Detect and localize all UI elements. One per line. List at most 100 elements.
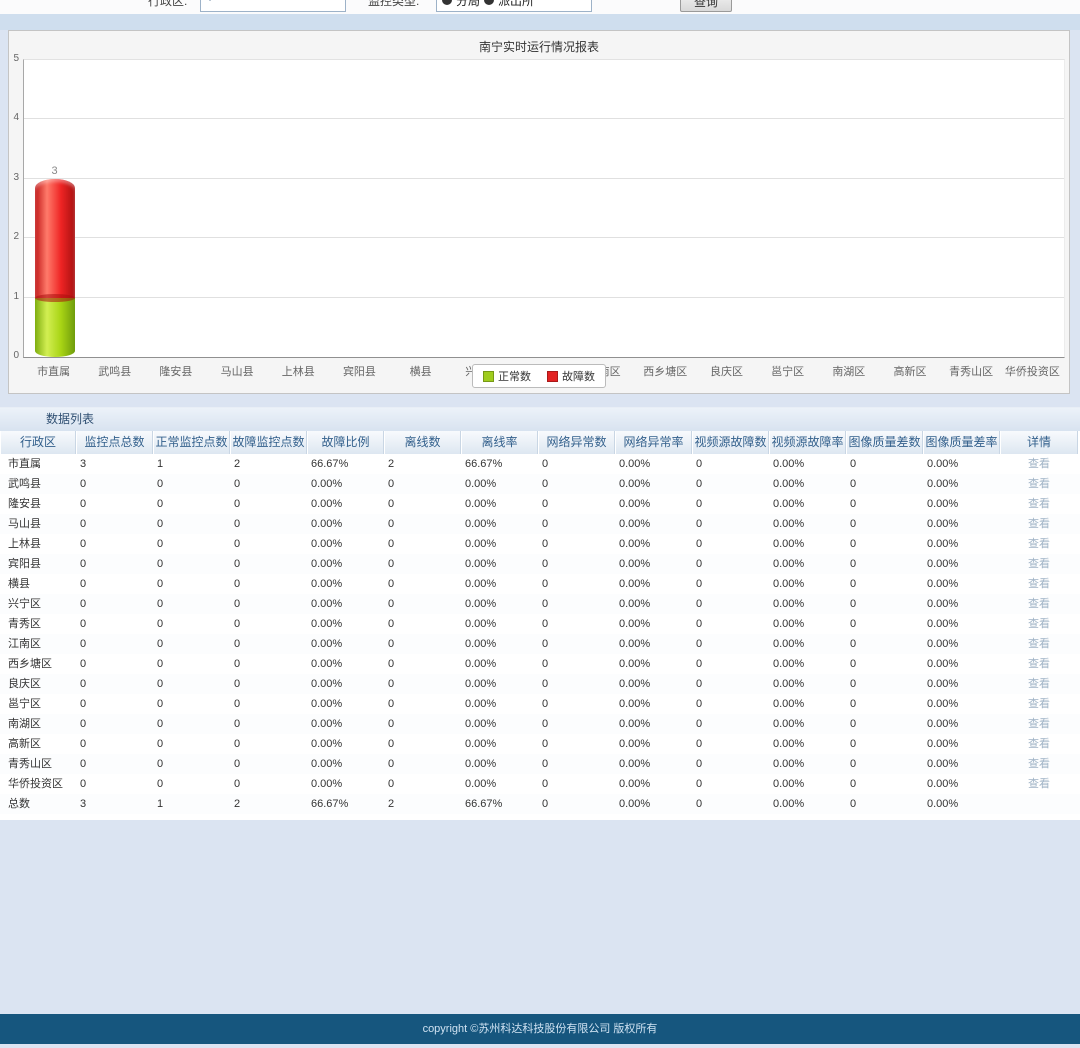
value-cell: 66.67% bbox=[465, 458, 503, 470]
radio-icon[interactable] bbox=[484, 0, 495, 5]
detail-view-link[interactable]: 查看 bbox=[1028, 638, 1050, 650]
value-cell: 0.00% bbox=[927, 738, 959, 750]
value-cell: 0 bbox=[157, 518, 164, 530]
value-cell: 0 bbox=[157, 598, 164, 610]
legend-swatch-icon bbox=[483, 370, 494, 382]
value-cell: 0 bbox=[157, 638, 164, 650]
value-cell: 0 bbox=[234, 638, 241, 650]
value-cell: 0.00% bbox=[773, 498, 805, 510]
detail-view-link[interactable]: 查看 bbox=[1028, 718, 1050, 730]
detail-view-link[interactable]: 查看 bbox=[1028, 458, 1050, 470]
detail-view-link[interactable]: 查看 bbox=[1028, 678, 1050, 690]
detail-cell: 查看 bbox=[1000, 714, 1078, 734]
value-cell: 0 bbox=[850, 638, 857, 650]
detail-view-link[interactable]: 查看 bbox=[1028, 538, 1050, 550]
type-label: 监控类型: bbox=[368, 0, 420, 8]
detail-view-link[interactable]: 查看 bbox=[1028, 518, 1050, 530]
value-cell: 0.00% bbox=[773, 678, 805, 690]
type-option-2[interactable]: 派出所 bbox=[498, 0, 534, 9]
table-row: 宾阳县 0 0 0 0.00% 0 0.00% 0 0.00% 0 0.00% 0 0.00% 查看 bbox=[0, 554, 1080, 574]
value-cell: 0 bbox=[157, 778, 164, 790]
detail-view-link[interactable]: 查看 bbox=[1028, 558, 1050, 570]
value-cell: 0.00% bbox=[465, 678, 497, 690]
row-name-cell: 兴宁区 bbox=[8, 598, 41, 610]
detail-cell bbox=[1000, 794, 1078, 814]
value-cell: 0 bbox=[388, 738, 395, 750]
row-name-cell: 上林县 bbox=[8, 538, 41, 550]
detail-cell: 查看 bbox=[1000, 554, 1078, 574]
x-axis-label: 马山县 bbox=[220, 366, 254, 378]
column-header: 网络异常率 bbox=[615, 431, 692, 454]
detail-view-link[interactable]: 查看 bbox=[1028, 778, 1050, 790]
value-cell: 3 bbox=[80, 458, 87, 470]
value-cell: 0.00% bbox=[927, 598, 959, 610]
detail-view-link[interactable]: 查看 bbox=[1028, 578, 1050, 590]
value-cell: 0 bbox=[542, 658, 549, 670]
table-body: 市直属 3 1 2 66.67% 2 66.67% 0 0.00% 0 0.00% 0 0.00% 查看武… bbox=[0, 454, 1080, 814]
row-name-cell: 江南区 bbox=[8, 638, 41, 650]
value-cell: 0 bbox=[80, 738, 87, 750]
value-cell: 0 bbox=[80, 758, 87, 770]
row-name-cell: 南湖区 bbox=[8, 718, 41, 730]
value-cell: 0.00% bbox=[773, 598, 805, 610]
value-cell: 0 bbox=[850, 558, 857, 570]
detail-view-link[interactable]: 查看 bbox=[1028, 478, 1050, 490]
value-cell: 0 bbox=[850, 758, 857, 770]
value-cell: 0 bbox=[80, 678, 87, 690]
value-cell: 0 bbox=[157, 578, 164, 590]
value-cell: 0.00% bbox=[927, 618, 959, 630]
column-header: 离线数 bbox=[384, 431, 461, 454]
value-cell: 0.00% bbox=[927, 678, 959, 690]
page: 行政区: 监控类型: 分局 派出所 查询 南宁实时运行情况报表 0 1 2 3 4 5 3… bbox=[0, 0, 1080, 1048]
value-cell: 0 bbox=[542, 598, 549, 610]
detail-view-link[interactable]: 查看 bbox=[1028, 698, 1050, 710]
value-cell: 2 bbox=[234, 458, 241, 470]
search-button[interactable]: 查询 bbox=[680, 0, 732, 12]
table-row: 邕宁区 0 0 0 0.00% 0 0.00% 0 0.00% 0 0.00% 0 0.00% 查看 bbox=[0, 694, 1080, 714]
value-cell: 0.00% bbox=[465, 738, 497, 750]
value-cell: 0 bbox=[388, 518, 395, 530]
value-cell: 0.00% bbox=[311, 538, 343, 550]
column-header: 行政区 bbox=[0, 431, 76, 454]
detail-view-link[interactable]: 查看 bbox=[1028, 498, 1050, 510]
detail-view-link[interactable]: 查看 bbox=[1028, 618, 1050, 630]
region-select[interactable] bbox=[200, 0, 346, 12]
value-cell: 0.00% bbox=[311, 698, 343, 710]
value-cell: 0.00% bbox=[619, 478, 651, 490]
column-header: 详情 bbox=[1000, 431, 1078, 454]
value-cell: 0.00% bbox=[311, 658, 343, 670]
value-cell: 0.00% bbox=[773, 698, 805, 710]
value-cell: 0 bbox=[696, 518, 703, 530]
detail-view-link[interactable]: 查看 bbox=[1028, 738, 1050, 750]
value-cell: 0.00% bbox=[773, 778, 805, 790]
radio-icon[interactable] bbox=[442, 0, 452, 5]
value-cell: 0.00% bbox=[465, 698, 497, 710]
value-cell: 0 bbox=[542, 558, 549, 570]
value-cell: 0 bbox=[542, 478, 549, 490]
value-cell: 0 bbox=[388, 698, 395, 710]
row-name-cell: 青秀山区 bbox=[8, 758, 52, 770]
value-cell: 0.00% bbox=[927, 658, 959, 670]
detail-view-link[interactable]: 查看 bbox=[1028, 658, 1050, 670]
table-row: 南湖区 0 0 0 0.00% 0 0.00% 0 0.00% 0 0.00% 0 0.00% 查看 bbox=[0, 714, 1080, 734]
value-cell: 0 bbox=[542, 778, 549, 790]
value-cell: 0 bbox=[80, 618, 87, 630]
x-axis-label: 高新区 bbox=[893, 366, 927, 378]
type-option-1[interactable]: 分局 bbox=[456, 0, 480, 9]
datalist-section-header: 数据列表 bbox=[0, 407, 1080, 431]
detail-view-link[interactable]: 查看 bbox=[1028, 598, 1050, 610]
detail-view-link[interactable]: 查看 bbox=[1028, 758, 1050, 770]
type-field[interactable]: 分局 派出所 bbox=[436, 0, 592, 12]
value-cell: 0 bbox=[542, 458, 549, 470]
row-name-cell: 西乡塘区 bbox=[8, 658, 52, 670]
top-filter-bar: 行政区: 监控类型: 分局 派出所 查询 bbox=[0, 0, 1080, 14]
value-cell: 0 bbox=[157, 718, 164, 730]
value-cell: 0 bbox=[542, 538, 549, 550]
value-cell: 0.00% bbox=[619, 738, 651, 750]
value-cell: 0.00% bbox=[773, 558, 805, 570]
value-cell: 0 bbox=[542, 618, 549, 630]
value-cell: 0 bbox=[696, 758, 703, 770]
value-cell: 0.00% bbox=[465, 538, 497, 550]
value-cell: 0.00% bbox=[619, 538, 651, 550]
row-name-cell: 高新区 bbox=[8, 738, 41, 750]
